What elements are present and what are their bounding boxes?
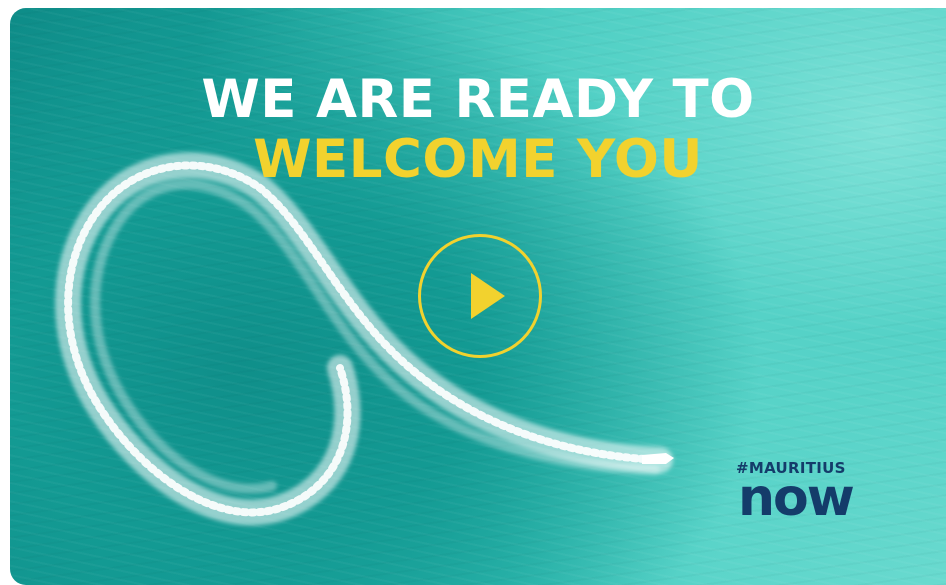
- headline-line-2: WELCOME YOU: [253, 129, 703, 190]
- video-thumbnail[interactable]: WE ARE READY TO WELCOME YOU #MAURITIUS n…: [10, 8, 946, 585]
- headline-line-1: WE ARE READY TO: [201, 69, 755, 130]
- mauritius-now-logo: #MAURITIUS now: [736, 460, 876, 528]
- play-icon: [471, 273, 505, 319]
- headline: WE ARE READY TO WELCOME YOU: [10, 70, 946, 190]
- play-button[interactable]: [418, 234, 542, 358]
- brand-wordmark: now: [738, 468, 855, 528]
